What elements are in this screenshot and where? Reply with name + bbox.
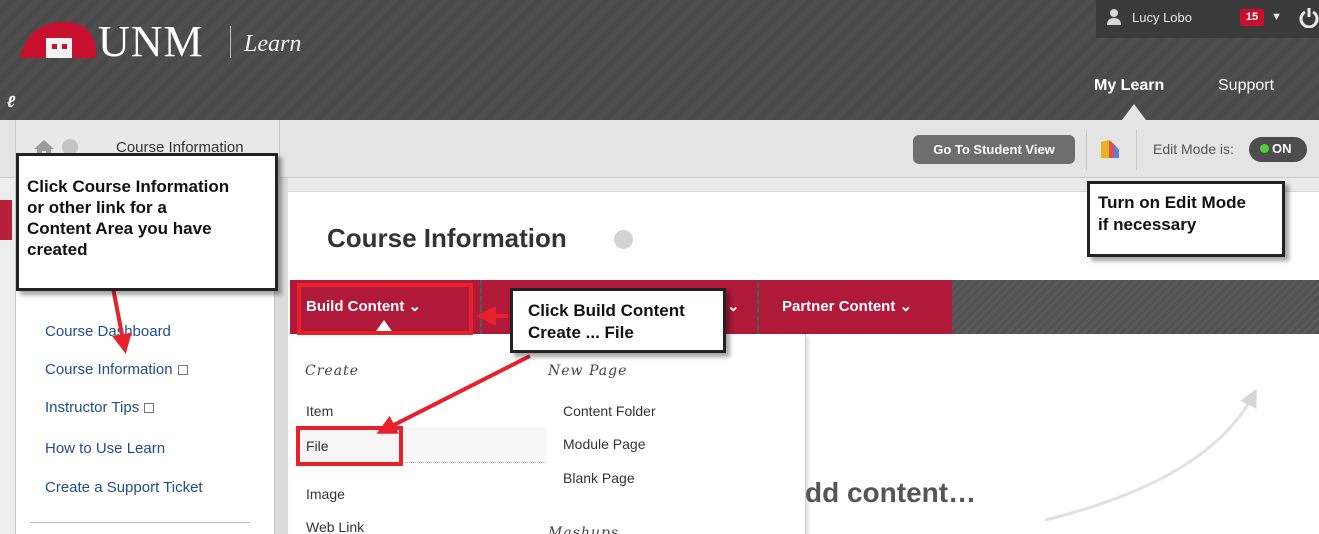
callout-text: Click Build Content bbox=[528, 301, 685, 320]
callout-text: created bbox=[27, 240, 88, 259]
callout-text: if necessary bbox=[1098, 215, 1197, 234]
callout-text: Content Area you have bbox=[27, 219, 212, 238]
callout-text: Create ... File bbox=[528, 323, 634, 342]
callout-text: or other link for a bbox=[27, 198, 167, 217]
callout-text: Turn on Edit Mode bbox=[1098, 193, 1246, 212]
callout-text: Click Course Information bbox=[27, 177, 230, 196]
